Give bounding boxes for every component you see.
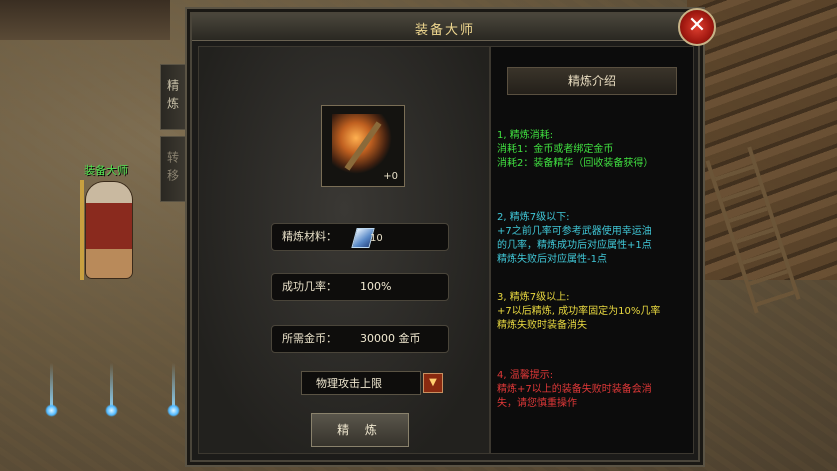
npc-staff [80,180,84,280]
tab-transfer[interactable]: 转移 [160,136,185,202]
light-pillar [105,363,118,417]
success-rate-value: 100% [360,280,392,293]
gold-value: 30000 金币 [360,332,421,345]
intro-panel: 精炼介绍 1, 精炼消耗: 消耗1：金币或者绑定金币 消耗2：装备精华（回收装备… [490,46,694,454]
equipment-master-window: 装备大师 ✕ 精炼 转移 +0 精炼材料： 10 成功几率： 100% 所需金币… [160,8,716,462]
npc-name-label: 装备大师 [84,164,128,177]
success-rate-row: 成功几率： 100% [271,273,449,301]
intro-section-above7: 3, 精炼7级以上: +7以后精炼, 成功率固定为10%几率 精炼失败时装备消失 [497,292,661,331]
success-rate-label: 成功几率： [282,280,337,293]
hut-roof [0,0,170,40]
title-bar[interactable]: 装备大师 [192,14,698,41]
intro-section-below7: 2, 精炼7级以下: +7之前几率可参考武器使用幸运油 的几率，精炼成功后对应属… [497,212,652,265]
material-row: 精炼材料： 10 [271,223,449,251]
gold-row: 所需金币： 30000 金币 [271,325,449,353]
npc-equipment-master[interactable] [86,182,132,278]
refine-panel: +0 精炼材料： 10 成功几率： 100% 所需金币： 30000 金币 物理… [198,46,490,454]
intro-title: 精炼介绍 [507,67,677,95]
equipment-slot[interactable]: +0 [321,105,405,187]
intro-section-warning: 4, 温馨提示: 精炼+7以上的装备失败时装备会消 失，请您慎重操作 [497,370,652,409]
light-pillar [45,363,58,417]
weapon-icon [332,114,392,174]
material-label: 精炼材料： [282,230,337,243]
close-button[interactable]: ✕ [678,8,716,46]
intro-section-cost: 1, 精炼消耗: 消耗1：金币或者绑定金币 消耗2：装备精华（回收装备获得） [497,130,654,169]
item-level: +0 [383,171,398,182]
refine-button[interactable]: 精 炼 [311,413,409,447]
material-count: 10 [370,233,383,244]
light-pillar [167,363,180,417]
chevron-down-icon[interactable]: ▼ [423,373,443,393]
window-title: 装备大师 [414,23,475,38]
gold-label: 所需金币： [282,332,337,345]
tab-refine[interactable]: 精炼 [160,64,185,130]
attribute-select[interactable]: 物理攻击上限 [301,371,421,395]
